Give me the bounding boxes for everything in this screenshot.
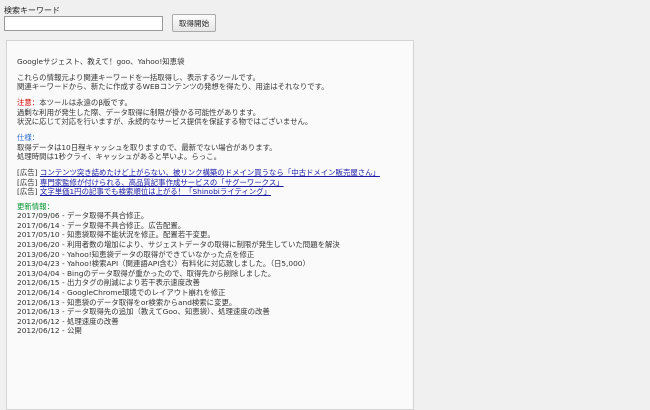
- ad-tag: [広告]: [17, 187, 38, 197]
- changelog-entry: 2013/04/23 - Yahoo!検索API（関連語API含む）有料化に対応…: [17, 259, 310, 269]
- ad-tag: [広告]: [17, 168, 38, 178]
- changelog-entry: 2017/09/06 - データ取得不具合修正。: [17, 211, 149, 221]
- spec-text: 処理時間は1秒クライ、キャッシュがあると早いよ。らっこ。: [17, 152, 221, 162]
- notice-text: 本ツールは永遠のβ版です。: [39, 98, 132, 108]
- notice-text: 状況に応じて対応を行いますが、永続的なサービス提供を保証する物ではございません。: [17, 117, 313, 127]
- ad-row: [広告] 専門家監修が付けられる、高品質記事作成サービスの「サグーワークス」: [17, 178, 413, 188]
- notice-label: 注意：: [17, 98, 40, 108]
- changelog-entry: 2012/06/13 - 知恵袋のデータ取得をor検索からand検索に変更。: [17, 297, 237, 307]
- changelog-entry: 2012/06/14 - GoogleChrome環境でのレイアウト崩れを修正: [17, 288, 226, 298]
- changelog-entry: 2013/04/04 - Bingのデータ取得が重かったので、取得先から削除しま…: [17, 268, 276, 278]
- info-panel: Googleサジェスト、教えて！goo、Yahoo!知恵袋 これらの情報元より関…: [6, 40, 414, 410]
- ad-link-shinobi-writing[interactable]: 文字単価1円の記事でも検索順位は上がる！「Shinobiライティング」: [40, 187, 271, 196]
- ad-tag: [広告]: [17, 177, 38, 187]
- notice-line: 注意：本ツールは永遠のβ版です。: [17, 98, 413, 108]
- notice-text: 過剰な利用が発生した際、データ取得に制限が掛かる可能性があります。: [17, 107, 261, 117]
- search-submit-button[interactable]: 取得開始: [172, 14, 216, 32]
- changelog-entry: 2013/06/20 - 利用者数の増加により、サジェストデータの取得に制限が発…: [17, 240, 340, 250]
- ad-row: [広告] 文字単価1円の記事でも検索順位は上がる！「Shinobiライティング」: [17, 187, 413, 197]
- intro-description-line: 関連キーワードから、新たに作成するWEBコンテンツの発想を得たり、用途はそれなり…: [17, 82, 329, 92]
- changelog-entry: 2017/05/10 - 知恵袋取得不能状況を修正。配置若干変更。: [17, 230, 215, 240]
- ad-link-chuko-domain[interactable]: コンテンツ突き詰めたけど上がらない、被リンク構築のドメイン買うなら「中古ドメイン…: [40, 168, 380, 177]
- intro-title: Googleサジェスト、教えて！goo、Yahoo!知恵袋: [17, 57, 185, 66]
- changelog-entry: 2012/06/15 - 出力タグの削減により若干表示速度改善: [17, 278, 200, 288]
- ad-row: [広告] コンテンツ突き詰めたけど上がらない、被リンク構築のドメイン買うなら「中…: [17, 168, 413, 178]
- spec-text: 取得データは10日程キャッシュを取りますので、最新でない場合があります。: [17, 142, 277, 152]
- spec-label: 仕様：: [17, 133, 40, 143]
- changelog-entry: 2013/06/20 - Yahoo!知恵袋データの取得ができていなかった点を修…: [17, 249, 255, 259]
- intro-description-line: これらの情報元より関連キーワードを一括取得し、表示するツールです。: [17, 72, 260, 82]
- changelog-entry: 2012/06/12 - 処理速度の改善: [17, 316, 119, 326]
- changelog-entry: 2012/06/13 - データ取得先の追加（教えてGoo、知恵袋）、処理速度の…: [17, 307, 270, 317]
- changelog-entry: 2012/06/12 - 公開: [17, 326, 82, 336]
- changelog-entry: 2017/06/14 - データ取得不具合修正。広告配置。: [17, 220, 186, 230]
- changelog-label: 更新情報：: [17, 201, 54, 211]
- search-input[interactable]: [4, 16, 163, 31]
- search-label: 検索キーワード: [4, 6, 60, 15]
- ad-link-sagoo-works[interactable]: 専門家監修が付けられる、高品質記事作成サービスの「サグーワークス」: [40, 178, 284, 187]
